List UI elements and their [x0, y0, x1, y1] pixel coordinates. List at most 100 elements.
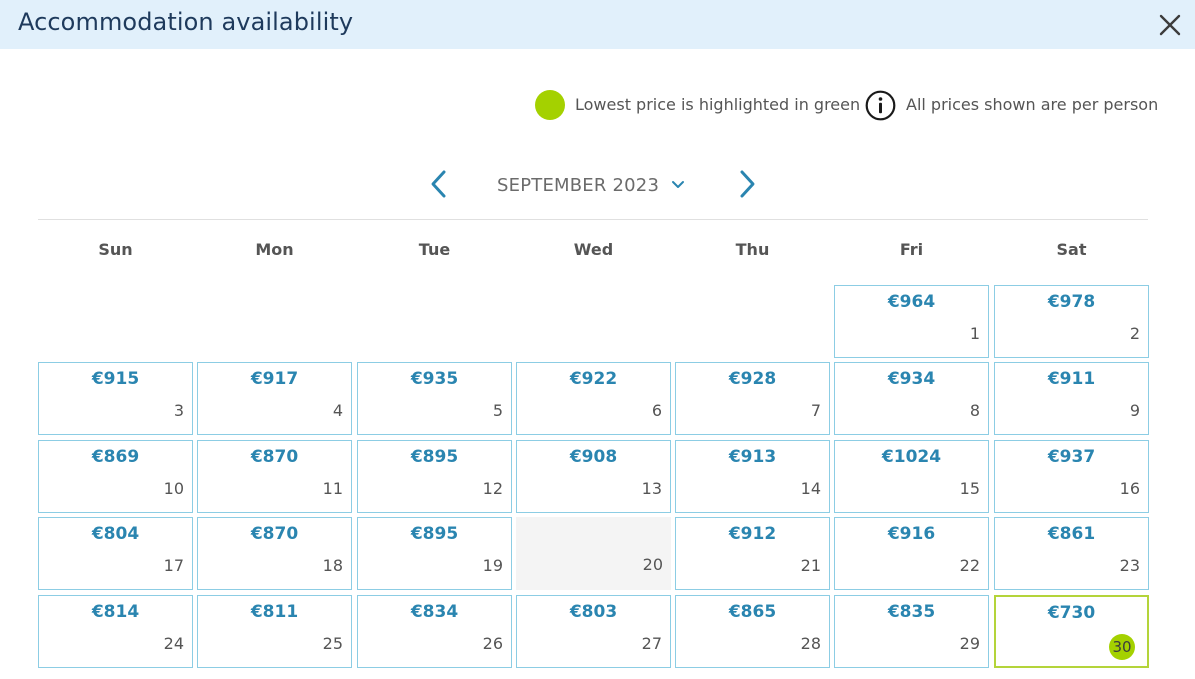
day-price: €928 — [728, 369, 777, 389]
day-price: €917 — [250, 369, 299, 389]
day-price: €895 — [410, 447, 459, 467]
calendar-day-16[interactable]: €937 16 — [994, 440, 1149, 513]
chevron-right-icon[interactable] — [732, 168, 762, 200]
day-number: 1 — [969, 324, 980, 343]
day-number: 26 — [482, 634, 503, 653]
day-price: €964 — [887, 292, 936, 312]
calendar-day-12[interactable]: €895 12 — [357, 440, 512, 513]
day-price: €912 — [728, 524, 777, 544]
chevron-left-icon[interactable] — [424, 168, 454, 200]
day-price: €895 — [410, 524, 459, 544]
day-number: 7 — [810, 401, 821, 420]
day-number: 6 — [651, 401, 662, 420]
per-person-legend: All prices shown are per person — [906, 95, 1159, 114]
day-price: €803 — [569, 602, 618, 622]
day-number: 5 — [492, 401, 503, 420]
calendar-day-6[interactable]: €922 6 — [516, 362, 671, 435]
day-price: €908 — [569, 447, 618, 467]
info-icon — [865, 90, 896, 121]
day-number: 11 — [322, 479, 343, 498]
day-price: €934 — [887, 369, 936, 389]
calendar-day-10[interactable]: €869 10 — [38, 440, 193, 513]
calendar-day-19[interactable]: €895 19 — [357, 517, 512, 590]
day-number: 15 — [959, 479, 980, 498]
day-price: €922 — [569, 369, 618, 389]
calendar-day-9[interactable]: €911 9 — [994, 362, 1149, 435]
calendar-day-3[interactable]: €915 3 — [38, 362, 193, 435]
day-price: €870 — [250, 524, 299, 544]
day-price: €869 — [91, 447, 140, 467]
day-price: €915 — [91, 369, 140, 389]
calendar-divider — [38, 219, 1148, 220]
calendar-day-13[interactable]: €908 13 — [516, 440, 671, 513]
calendar-day-24[interactable]: €814 24 — [38, 595, 193, 668]
calendar-day-1[interactable]: €964 1 — [834, 285, 989, 358]
calendar-day-23[interactable]: €861 23 — [994, 517, 1149, 590]
day-price: €911 — [1047, 369, 1096, 389]
day-price: €1024 — [881, 447, 942, 467]
calendar-day-14[interactable]: €913 14 — [675, 440, 830, 513]
calendar-day-11[interactable]: €870 11 — [197, 440, 352, 513]
day-price: €804 — [91, 524, 140, 544]
weekday-mon: Mon — [255, 240, 294, 259]
calendar-day-28[interactable]: €865 28 — [675, 595, 830, 668]
day-price: €870 — [250, 447, 299, 467]
weekday-thu: Thu — [735, 240, 770, 259]
calendar-day-18[interactable]: €870 18 — [197, 517, 352, 590]
calendar-day-20: 20 — [516, 517, 671, 590]
day-number: 16 — [1119, 479, 1140, 498]
day-number: 14 — [800, 479, 821, 498]
day-price: €978 — [1047, 292, 1096, 312]
calendar-day-2[interactable]: €978 2 — [994, 285, 1149, 358]
weekday-sun: Sun — [98, 240, 133, 259]
day-price: €916 — [887, 524, 936, 544]
day-number: 28 — [800, 634, 821, 653]
day-number: 8 — [969, 401, 980, 420]
day-number: 25 — [322, 634, 343, 653]
calendar-day-15[interactable]: €1024 15 — [834, 440, 989, 513]
day-number: 24 — [163, 634, 184, 653]
calendar-day-30[interactable]: €730 30 — [994, 595, 1149, 668]
calendar-day-21[interactable]: €912 21 — [675, 517, 830, 590]
day-number: 20 — [642, 555, 663, 574]
day-number: 22 — [959, 556, 980, 575]
day-number: 17 — [163, 556, 184, 575]
day-price: €730 — [1047, 603, 1096, 623]
calendar-day-4[interactable]: €917 4 — [197, 362, 352, 435]
calendar-day-26[interactable]: €834 26 — [357, 595, 512, 668]
day-price: €937 — [1047, 447, 1096, 467]
weekday-fri: Fri — [899, 240, 924, 259]
calendar-day-25[interactable]: €811 25 — [197, 595, 352, 668]
weekday-wed: Wed — [573, 240, 614, 259]
day-price: €814 — [91, 602, 140, 622]
day-number: 21 — [800, 556, 821, 575]
close-icon[interactable] — [1156, 11, 1184, 39]
calendar-day-27[interactable]: €803 27 — [516, 595, 671, 668]
day-number: 30 — [1109, 634, 1135, 660]
month-label: SEPTEMBER 2023 — [497, 174, 660, 196]
day-price: €811 — [250, 602, 299, 622]
day-number: 2 — [1129, 324, 1140, 343]
day-number: 4 — [332, 401, 343, 420]
calendar-day-29[interactable]: €835 29 — [834, 595, 989, 668]
month-dropdown[interactable]: SEPTEMBER 2023 — [497, 172, 685, 198]
lowest-price-dot-icon — [535, 90, 565, 120]
calendar-day-5[interactable]: €935 5 — [357, 362, 512, 435]
day-price: €834 — [410, 602, 459, 622]
dialog-header: Accommodation availability — [0, 0, 1195, 49]
day-price: €835 — [887, 602, 936, 622]
day-number: 29 — [959, 634, 980, 653]
day-number: 13 — [641, 479, 662, 498]
calendar-day-8[interactable]: €934 8 — [834, 362, 989, 435]
calendar-day-17[interactable]: €804 17 — [38, 517, 193, 590]
day-price: €865 — [728, 602, 777, 622]
calendar-day-22[interactable]: €916 22 — [834, 517, 989, 590]
day-number: 18 — [322, 556, 343, 575]
day-number: 19 — [482, 556, 503, 575]
calendar-day-7[interactable]: €928 7 — [675, 362, 830, 435]
weekday-sat: Sat — [1056, 240, 1087, 259]
day-number: 12 — [482, 479, 503, 498]
day-price: €861 — [1047, 524, 1096, 544]
chevron-down-icon — [672, 181, 685, 188]
dialog-title: Accommodation availability — [18, 8, 354, 36]
